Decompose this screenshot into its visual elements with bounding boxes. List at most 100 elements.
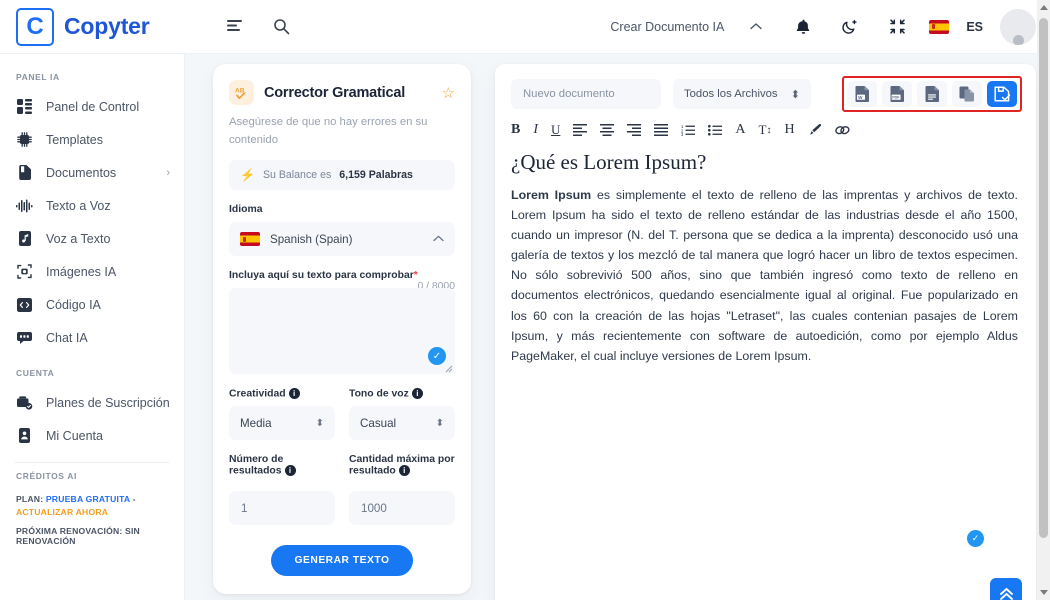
link-icon[interactable] [834,122,850,138]
scrollbar-thumb[interactable] [1039,18,1048,538]
chip-icon [16,131,33,148]
star-icon[interactable]: ☆ [442,84,455,102]
search-icon[interactable] [266,12,296,42]
svg-text:PDF: PDF [892,96,900,100]
sidebar-item-label: Templates [46,132,103,147]
sidebar-section-account: CUENTA [16,368,55,378]
renewal-info: PRÓXIMA RENOVACIÓN: SIN RENOVACIÓN [16,525,140,546]
info-icon[interactable]: i [411,388,423,399]
bold-icon[interactable]: B [511,122,520,138]
maxlen-field: Cantidad máxima por resultado i 1000 [349,440,455,526]
chat-icon [16,329,33,346]
copy-button[interactable] [952,81,982,107]
sidebar-item-chat-ia[interactable]: Chat IA [0,321,184,354]
sidebar-item-label: Documentos [46,165,117,180]
info-icon[interactable]: i [284,465,296,477]
language-code[interactable]: ES [966,20,983,34]
balance-chip: ⚡ Su Balance es 6,159 Palabras [229,160,455,190]
underline-icon[interactable]: U [551,122,560,138]
scroll-up-arrow-icon[interactable] [1040,5,1048,10]
unordered-list-icon[interactable] [708,122,723,138]
results-input[interactable]: 1 [229,491,335,526]
sidebar-item-planes-de-suscripcion[interactable]: Planes de Suscripción [0,386,184,419]
sidebar-item-templates[interactable]: Templates [0,123,184,156]
tone-label-text: Tono de voz [349,388,409,400]
sidebar-item-codigo-ia[interactable]: Código IA [0,288,184,321]
align-justify-icon[interactable] [654,122,669,138]
plan-upgrade-link[interactable]: ACTUALIZAR AHORA [16,507,108,517]
textarea-label: Incluya aquí su texto para comprobar* 0 … [229,270,455,292]
file-filter-select[interactable]: Todos los Archivos ⬍ [673,79,811,109]
chevron-up-icon[interactable] [741,12,771,42]
export-txt-button[interactable] [917,81,947,107]
spain-flag-icon [240,232,260,246]
body-wrapper: PANEL IA Panel de Control Templates Docu [0,54,1050,600]
tone-label: Tono de voz i [349,388,455,399]
heading-icon[interactable]: H [784,122,794,138]
export-pdf-button[interactable]: PDF [882,81,912,107]
editor-panel: Nuevo documento Todos los Archivos ⬍ W P… [485,54,1050,600]
moon-icon[interactable] [835,12,865,42]
text-input-area[interactable]: ✓ [229,288,455,374]
align-center-icon[interactable] [600,122,615,138]
chevron-right-icon: › [166,166,170,179]
maxlen-input[interactable]: 1000 [349,491,455,526]
sidebar-section-credits: CRÉDITOS AI [16,471,77,481]
maxlen-value: 1000 [361,501,387,515]
scroll-down-arrow-icon[interactable] [1040,590,1048,595]
save-document-button[interactable] [987,81,1017,107]
creativity-select[interactable]: Media ⬍ [229,406,335,441]
menu-icon[interactable] [220,12,250,42]
generate-text-button[interactable]: GENERAR TEXTO [271,545,413,577]
sidebar-item-documentos[interactable]: Documentos › [0,156,184,189]
creativity-label: Creatividad i [229,388,335,399]
bell-icon[interactable] [788,12,818,42]
creativity-label-text: Creatividad [229,388,286,400]
brand-logo[interactable]: C Copyter [16,7,190,46]
chevron-up-icon [433,234,444,245]
export-buttons-group: W PDF [842,76,1022,112]
maxlen-label: Cantidad máxima por resultado i [349,454,455,484]
check-circle-icon: ✓ [967,530,984,547]
resize-grip-icon [445,365,453,373]
align-right-icon[interactable] [627,122,642,138]
app-root: C Copyter Crear Documento IA ES PANEL IA… [0,0,1050,600]
sidebar-item-texto-a-voz[interactable]: Texto a Voz [0,189,184,222]
check-circle-icon: ✓ [428,347,446,365]
language-select[interactable]: Spanish (Spain) [229,222,455,256]
top-bar: C Copyter Crear Documento IA ES [0,0,1050,54]
document-name-input[interactable]: Nuevo documento [511,79,661,109]
results-value: 1 [241,501,248,515]
document-paragraph: Lorem Ipsum es simplemente el texto de r… [511,185,1018,366]
plan-value: PRUEBA GRATUITA [45,494,131,504]
export-word-button[interactable]: W [847,81,877,107]
avatar[interactable] [1000,8,1036,45]
brand-name: Copyter [64,13,150,39]
tone-select[interactable]: Casual ⬍ [349,406,455,441]
create-document-link[interactable]: Crear Documento IA [610,20,724,34]
sidebar-item-mi-cuenta[interactable]: Mi Cuenta [0,419,184,452]
sidebar-section-panel: PANEL IA [16,72,60,82]
highlight-icon[interactable] [808,122,822,138]
sidebar-item-panel-de-control[interactable]: Panel de Control [0,90,184,123]
document-icon [16,164,33,181]
scroll-to-top-button[interactable] [990,578,1022,600]
sidebar-item-voz-a-texto[interactable]: Voz a Texto [0,222,184,255]
results-label: Número de resultados i [229,454,335,484]
font-size-icon[interactable]: T ↕ [759,122,772,138]
subscription-icon [16,394,33,411]
compress-icon[interactable] [882,12,912,42]
sidebar-item-imagenes-ia[interactable]: Imágenes IA [0,255,184,288]
info-icon[interactable]: i [288,388,300,399]
document-content[interactable]: ¿Qué es Lorem Ipsum? Lorem Ipsum es simp… [495,146,1036,366]
page-scrollbar[interactable] [1037,0,1050,600]
font-color-icon[interactable]: A [735,122,745,138]
document-heading: ¿Qué es Lorem Ipsum? [511,150,707,174]
ordered-list-icon[interactable]: 123 [681,122,696,138]
align-left-icon[interactable] [573,122,588,138]
balance-prefix: Su Balance es [262,169,332,181]
info-icon[interactable]: i [398,465,410,477]
plan-prefix: PLAN: [16,494,44,504]
sidebar-item-label: Código IA [46,297,101,312]
italic-icon[interactable]: I [533,122,538,138]
